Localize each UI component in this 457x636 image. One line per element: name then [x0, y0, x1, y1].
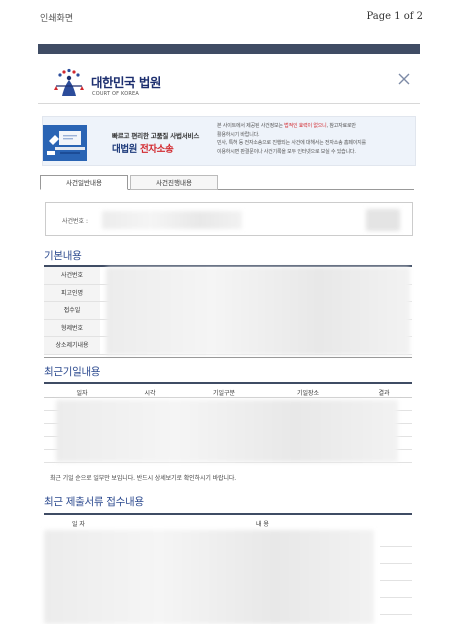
documents-table-header: 일 자 내 용 — [44, 513, 412, 529]
redacted-recent-values — [56, 400, 398, 462]
banner-notice-l3: 민사, 특허 등 전자소송으로 진행되는 사건에 대해서는 전자소송 홈페이지를 — [217, 140, 366, 147]
col-type: 기일구분 — [212, 390, 236, 397]
documents-table-rows — [380, 530, 412, 615]
tab-case-progress[interactable]: 사건진행내용 — [130, 175, 218, 190]
col-time: 시각 — [144, 390, 156, 397]
row-label: 사건번호 — [44, 267, 100, 284]
basic-bottom-rule — [44, 357, 412, 358]
banner-notice-l1b: , 참고자료로만 — [326, 123, 356, 129]
banner-service-accent: 전자소송 — [139, 144, 174, 155]
redacted-case-badge — [366, 209, 400, 231]
col-result: 결과 — [378, 390, 390, 397]
print-title: 인쇄화면 — [40, 14, 74, 24]
banner-notice-l2: 활용하시기 바랍니다. — [217, 131, 260, 138]
court-header: 대한민국 법원 COURT OF KOREA — [38, 54, 420, 104]
case-number-label: 사건번호 : — [62, 218, 89, 225]
redacted-basic-values — [106, 267, 410, 355]
banner-notice-highlight: 법적인 효력이 없으니 — [284, 123, 327, 129]
banner-notice-l4: 이용하시면 판결문이나 사건기록을 모두 인터넷으로 보실 수 있습니다. — [217, 148, 356, 155]
tab-case-general[interactable]: 사건일반내용 — [40, 175, 128, 190]
recent-notice: 최근 기일 순으로 일부만 보입니다. 반드시 상세보기로 확인하시기 바랍니다… — [50, 475, 237, 482]
col-place: 기일장소 — [296, 390, 320, 397]
banner-service-main: 대법원 — [112, 144, 140, 155]
table-row — [380, 547, 412, 564]
basic-section-title: 기본내용 — [44, 250, 82, 262]
col-doc-content: 내 용 — [256, 521, 269, 528]
page-indicator: Page 1 of 2 — [366, 11, 423, 22]
documents-section-title: 최근 제출서류 접수내용 — [44, 496, 144, 508]
court-subtitle: COURT OF KOREA — [92, 91, 140, 97]
row-label: 접수일 — [44, 302, 100, 319]
case-number-box: 사건번호 : — [45, 202, 413, 236]
laptop-gavel-icon — [43, 125, 87, 161]
banner-service-name: 대법원 전자소송 — [112, 141, 174, 155]
row-label: 상소제기내용 — [44, 337, 100, 354]
top-bar — [38, 44, 420, 54]
banner-notice: 본 사이트에서 제공된 사건정보는 법적인 효력이 없으니, 참고자료로만 활용… — [217, 122, 413, 156]
table-row — [380, 581, 412, 598]
banner-tagline: 빠르고 편리한 고품질 사법서비스 — [112, 132, 200, 140]
tab-bar: 사건일반내용 사건진행내용 — [40, 175, 414, 190]
ecourt-banner[interactable]: 빠르고 편리한 고품질 사법서비스 대법원 전자소송 본 사이트에서 제공된 사… — [42, 116, 416, 166]
table-row — [380, 598, 412, 615]
recent-section-title: 최근기일내용 — [44, 366, 101, 378]
col-date: 일자 — [76, 390, 88, 397]
banner-notice-l1a: 본 사이트에서 제공된 사건정보는 — [217, 123, 285, 129]
court-emblem-icon — [54, 68, 84, 96]
close-icon[interactable] — [396, 71, 412, 87]
redacted-document-values — [44, 530, 374, 624]
case-page: 대한민국 법원 COURT OF KOREA 빠르고 편리한 고품질 사법서비스… — [38, 44, 420, 624]
col-doc-date: 일 자 — [72, 521, 85, 528]
row-label: 형제번호 — [44, 319, 100, 336]
table-row — [380, 530, 412, 547]
table-row — [380, 564, 412, 581]
row-label: 피고인명 — [44, 284, 100, 301]
recent-table-header: 일자 시각 기일구분 기일장소 결과 — [44, 382, 412, 398]
basic-info-table: 사건번호 피고인명 접수일 형제번호 상소제기내용 — [44, 267, 412, 355]
print-header: 인쇄화면 Page 1 of 2 — [0, 0, 457, 30]
court-title: 대한민국 법원 — [91, 75, 161, 90]
redacted-case-number — [102, 211, 242, 229]
